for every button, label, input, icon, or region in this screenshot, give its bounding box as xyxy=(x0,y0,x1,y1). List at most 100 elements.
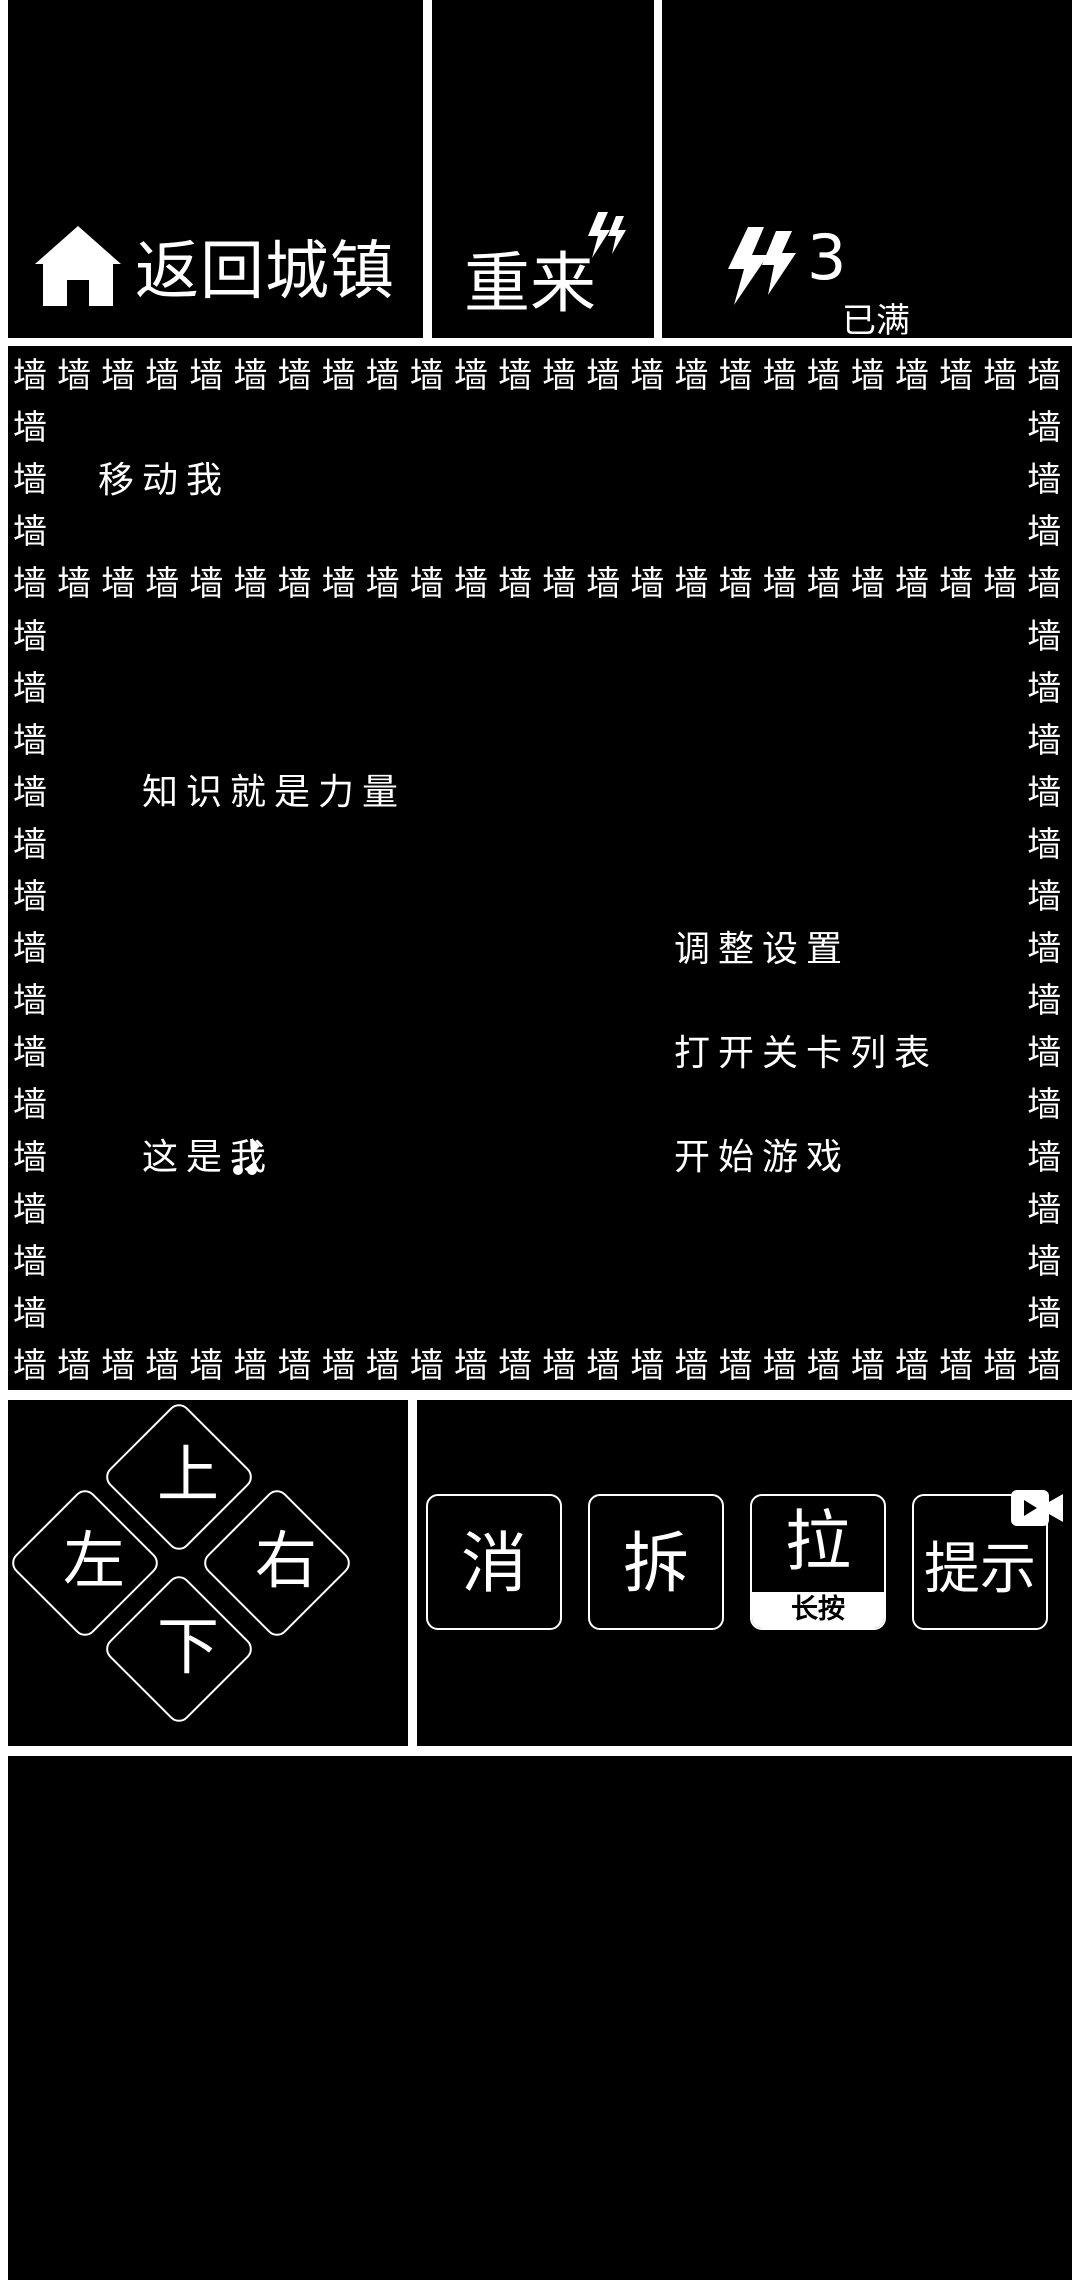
energy-indicator: 3 已满 xyxy=(722,221,922,341)
board-text-start-game[interactable]: 开始游戏 xyxy=(674,1128,850,1180)
wall-tile: 墙 xyxy=(630,356,665,396)
wall-tile: 墙 xyxy=(1027,1085,1062,1126)
wall-tile: 墙 xyxy=(1027,929,1062,970)
wall-tile: 墙 xyxy=(233,356,268,396)
wall-tile: 墙 xyxy=(630,564,665,605)
wall-tile: 墙 xyxy=(365,564,400,605)
wall-tile: 墙 xyxy=(13,616,47,657)
wall-tile: 墙 xyxy=(1027,564,1062,605)
wall-tile: 墙 xyxy=(277,564,312,605)
wall-tile: 墙 xyxy=(454,356,488,396)
pull-button[interactable]: 拉 长按 xyxy=(750,1494,886,1630)
wall-tile: 墙 xyxy=(13,1345,47,1386)
wall-tile: 墙 xyxy=(13,1137,47,1178)
wall-tile: 墙 xyxy=(13,668,47,709)
wall-tile: 墙 xyxy=(498,356,533,396)
wall-tile: 墙 xyxy=(542,356,577,396)
dismantle-button[interactable]: 拆 xyxy=(588,1494,724,1630)
wall-tile: 墙 xyxy=(498,564,533,605)
pull-long-press-hint: 长按 xyxy=(752,1592,884,1628)
wall-tile: 墙 xyxy=(57,564,92,605)
wall-tile: 墙 xyxy=(101,564,136,605)
wall-tile: 墙 xyxy=(1027,512,1062,553)
return-town-button[interactable]: 返回城镇 xyxy=(33,218,395,314)
wall-tile: 墙 xyxy=(13,772,47,813)
wall-tile: 墙 xyxy=(542,564,577,605)
wall-tile: 墙 xyxy=(1027,668,1062,709)
wall-tile: 墙 xyxy=(630,1345,665,1386)
wall-tile: 墙 xyxy=(806,564,841,605)
wall-tile: 墙 xyxy=(409,1345,444,1386)
wall-tile: 墙 xyxy=(542,1345,577,1386)
wall-tile: 墙 xyxy=(762,564,797,605)
wall-tile: 墙 xyxy=(365,356,400,396)
pull-label: 拉 xyxy=(785,1503,851,1580)
wall-tile: 墙 xyxy=(674,564,709,605)
wall-tile: 墙 xyxy=(895,564,929,605)
wall-tile: 墙 xyxy=(13,929,47,970)
wall-tile: 墙 xyxy=(1027,1033,1062,1074)
wall-tile: 墙 xyxy=(189,564,224,605)
wall-tile: 墙 xyxy=(939,356,974,396)
board-text-knowledge[interactable]: 知识就是力量 xyxy=(142,763,406,815)
wall-tile: 墙 xyxy=(850,564,885,605)
board-text-move-me[interactable]: 移动我 xyxy=(98,451,230,503)
wall-tile: 墙 xyxy=(762,1345,797,1386)
wall-tile: 墙 xyxy=(718,564,753,605)
wall-tile: 墙 xyxy=(1027,1241,1062,1282)
wall-tile: 墙 xyxy=(409,356,444,396)
house-icon xyxy=(35,226,121,306)
wall-tile: 墙 xyxy=(13,356,47,396)
wall-tile: 墙 xyxy=(277,356,312,396)
wall-tile: 墙 xyxy=(101,356,136,396)
wall-tile: 墙 xyxy=(939,564,974,605)
wall-tile: 墙 xyxy=(57,356,92,396)
wall-tile: 墙 xyxy=(674,1345,709,1386)
board-text-level-list[interactable]: 打开关卡列表 xyxy=(674,1024,938,1076)
board-text-settings[interactable]: 调整设置 xyxy=(674,920,850,972)
wall-tile: 墙 xyxy=(233,564,268,605)
wall-tile: 墙 xyxy=(13,1085,47,1126)
dpad-panel: 上 下 左 右 xyxy=(7,1399,408,1746)
wall-tile: 墙 xyxy=(13,720,47,761)
retry-panel: 重来 xyxy=(432,0,654,338)
hint-label: 提示 xyxy=(924,1537,1036,1602)
wall-tile: 墙 xyxy=(1027,877,1062,917)
wall-tile: 墙 xyxy=(233,1345,268,1386)
wall-tile: 墙 xyxy=(145,356,180,396)
wall-tile: 墙 xyxy=(850,1345,885,1386)
wall-tile: 墙 xyxy=(189,356,224,396)
wall-tile: 墙 xyxy=(13,1293,47,1334)
wall-tile: 墙 xyxy=(145,564,180,605)
wall-tile: 墙 xyxy=(586,356,621,396)
wall-tile: 墙 xyxy=(1027,981,1062,1022)
wall-tile: 墙 xyxy=(895,1345,929,1386)
wall-tile: 墙 xyxy=(1027,824,1062,865)
wall-tile: 墙 xyxy=(13,512,47,553)
wall-tile: 墙 xyxy=(1027,356,1062,396)
dismantle-label: 拆 xyxy=(623,1525,689,1602)
wall-tile: 墙 xyxy=(13,824,47,865)
eliminate-label: 消 xyxy=(461,1525,527,1602)
wall-tile: 墙 xyxy=(321,1345,356,1386)
player-face-icon xyxy=(233,1138,260,1175)
energy-status: 已满 xyxy=(842,301,910,341)
wall-tile: 墙 xyxy=(13,981,47,1022)
wall-tile: 墙 xyxy=(1027,1293,1062,1334)
wall-tile: 墙 xyxy=(983,356,1018,396)
wall-tile: 墙 xyxy=(13,1189,47,1230)
wall-tile: 墙 xyxy=(983,1345,1018,1386)
lightning-icon xyxy=(588,212,626,258)
eliminate-button[interactable]: 消 xyxy=(426,1494,562,1630)
retry-label: 重来 xyxy=(464,245,596,322)
wall-tile: 墙 xyxy=(674,356,709,396)
wall-tile: 墙 xyxy=(498,1345,533,1386)
wall-tile: 墙 xyxy=(13,460,47,501)
tools-panel: 消 拆 拉 长按 提示 xyxy=(417,1400,1072,1746)
retry-button[interactable]: 重来 xyxy=(464,200,634,322)
wall-tile: 墙 xyxy=(586,564,621,605)
wall-tile: 墙 xyxy=(145,1345,180,1386)
wall-tile: 墙 xyxy=(1027,772,1062,813)
wall-tile: 墙 xyxy=(13,1033,47,1074)
wall-tile: 墙 xyxy=(1027,616,1062,657)
